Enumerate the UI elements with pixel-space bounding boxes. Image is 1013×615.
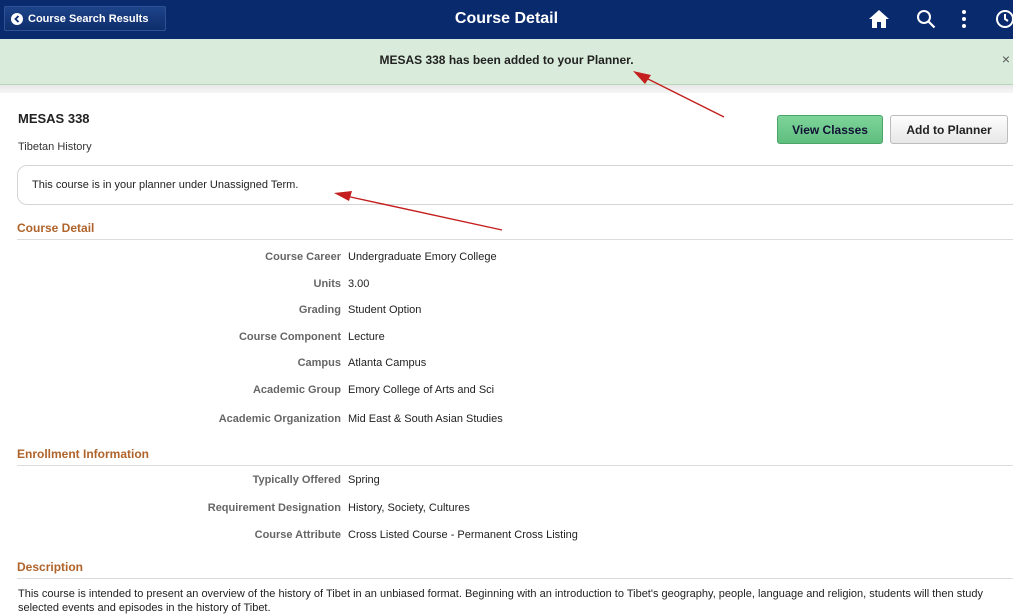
section-header-description: Description [17, 560, 1013, 579]
enrollment-row: Requirement Designation History, Society… [0, 502, 1013, 518]
description-text: This course is intended to present an ov… [18, 588, 983, 614]
search-icon[interactable] [916, 9, 936, 34]
detail-value: 3.00 [348, 278, 370, 290]
enrollment-label: Requirement Designation [207, 502, 341, 514]
clock-icon[interactable] [995, 9, 1013, 34]
enrollment-value: Cross Listed Course - Permanent Cross Li… [348, 529, 578, 541]
view-classes-button[interactable]: View Classes [777, 115, 883, 144]
enrollment-row: Typically Offered Spring [0, 474, 1013, 490]
detail-value: Undergraduate Emory College [348, 251, 497, 263]
divider [0, 85, 1013, 93]
detail-value: Student Option [348, 304, 422, 316]
detail-row: Grading Student Option [0, 304, 1013, 320]
section-header-course-detail: Course Detail [17, 221, 1013, 240]
detail-label: Campus [297, 357, 341, 369]
detail-value: Lecture [348, 331, 385, 343]
enrollment-label: Typically Offered [252, 474, 341, 486]
planner-status-text: This course is in your planner under Una… [32, 179, 299, 191]
section-header-enrollment: Enrollment Information [17, 447, 1013, 466]
detail-label: Course Component [238, 331, 341, 343]
enrollment-value: Spring [348, 474, 380, 486]
detail-row: Academic Organization Mid East & South A… [0, 413, 1013, 429]
detail-row: Course Career Undergraduate Emory Colleg… [0, 251, 1013, 267]
detail-row: Course Component Lecture [0, 331, 1013, 347]
detail-row: Academic Group Emory College of Arts and… [0, 384, 1013, 400]
notification-banner: MESAS 338 has been added to your Planner… [0, 39, 1013, 85]
detail-label: Academic Group [252, 384, 341, 396]
detail-value: Atlanta Campus [348, 357, 427, 369]
notification-message: MESAS 338 has been added to your Planner… [379, 53, 634, 67]
enrollment-label: Course Attribute [254, 529, 341, 541]
add-to-planner-button[interactable]: Add to Planner [890, 115, 1008, 144]
enrollment-value: History, Society, Cultures [348, 502, 470, 514]
detail-value: Mid East & South Asian Studies [348, 413, 503, 425]
page-title: Course Detail [454, 10, 559, 27]
detail-row: Units 3.00 [0, 278, 1013, 294]
detail-label: Grading [298, 304, 341, 316]
detail-value: Emory College of Arts and Sci [348, 384, 495, 396]
detail-label: Units [313, 278, 342, 290]
more-vertical-icon[interactable] [960, 9, 968, 34]
close-icon[interactable]: × [1002, 51, 1010, 67]
enrollment-row: Course Attribute Cross Listed Course - P… [0, 529, 1013, 545]
planner-status-box: This course is in your planner under Una… [17, 165, 1013, 205]
course-name: Tibetan History [18, 141, 92, 153]
detail-label: Course Career [265, 251, 341, 263]
detail-label: Academic Organization [218, 413, 341, 425]
top-bar: Course Search Results Course Detail [0, 0, 1013, 39]
home-icon[interactable] [868, 9, 890, 34]
detail-row: Campus Atlanta Campus [0, 357, 1013, 373]
course-code: MESAS 338 [18, 111, 90, 126]
